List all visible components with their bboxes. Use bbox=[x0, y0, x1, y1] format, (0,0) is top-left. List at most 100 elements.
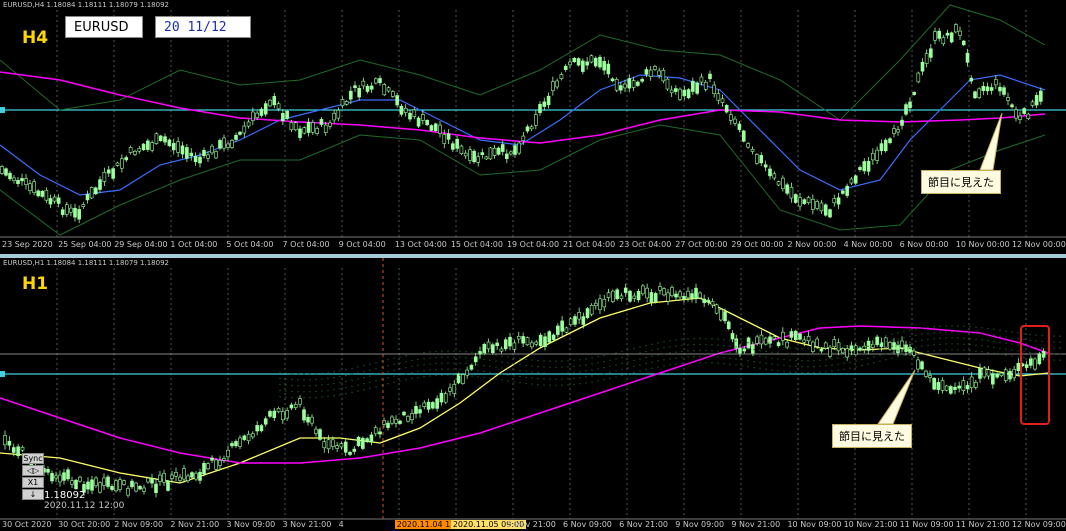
cloud-dot bbox=[927, 326, 929, 329]
candle-body bbox=[503, 339, 508, 350]
candle-body bbox=[478, 351, 482, 355]
cloud-dot bbox=[939, 331, 941, 334]
cloud-dot bbox=[411, 353, 413, 356]
cloud-dot bbox=[855, 348, 857, 350]
cloud-dot bbox=[285, 372, 287, 374]
candle-body bbox=[24, 178, 28, 185]
cloud-dot bbox=[405, 378, 407, 381]
time-axis-label: 9 Oct 04:00 bbox=[338, 240, 386, 249]
candle-body bbox=[167, 139, 172, 146]
candle-body bbox=[20, 178, 24, 182]
sync-button[interactable]: Sync bbox=[22, 453, 44, 464]
h1-chart-pane[interactable]: EURUSD,H1 1.18084 1.18111 1.18079 1.1809… bbox=[0, 258, 1066, 531]
cloud-dot bbox=[585, 358, 587, 360]
candle-body bbox=[505, 153, 509, 159]
candle-body bbox=[529, 126, 534, 130]
candle-body bbox=[94, 477, 98, 487]
h1-chart-canvas[interactable] bbox=[0, 258, 1066, 531]
cloud-dot bbox=[1053, 341, 1055, 343]
cloud-dot bbox=[849, 355, 851, 357]
candle-body bbox=[3, 435, 7, 446]
cloud-dot bbox=[543, 378, 545, 380]
cloud-dot bbox=[639, 346, 641, 348]
cloud-dot bbox=[879, 342, 881, 344]
candle-body bbox=[486, 341, 491, 350]
cloud-dot bbox=[525, 370, 527, 373]
candle-body bbox=[819, 348, 824, 352]
candle-body bbox=[517, 142, 521, 154]
candle-body bbox=[763, 337, 768, 345]
cloud-dot bbox=[501, 355, 503, 357]
cloud-dot bbox=[789, 353, 791, 355]
cloud-dot bbox=[597, 374, 599, 376]
cloud-dot bbox=[627, 367, 629, 369]
cloud-dot bbox=[963, 331, 965, 333]
zoom-button[interactable]: X1 bbox=[22, 477, 44, 488]
cloud-dot bbox=[975, 332, 977, 334]
time-axis-label: 10 Nov 09:00 bbox=[787, 520, 842, 529]
cloud-dot bbox=[537, 359, 539, 362]
cloud-dot bbox=[645, 350, 647, 353]
cloud-dot bbox=[633, 347, 635, 350]
candle-body bbox=[500, 144, 505, 152]
cloud-dot bbox=[969, 349, 971, 352]
candle-body bbox=[361, 80, 366, 87]
candle-body bbox=[48, 198, 53, 205]
candle-body bbox=[674, 88, 678, 92]
cloud-dot bbox=[465, 374, 467, 377]
candle-body bbox=[521, 336, 525, 344]
candle-body bbox=[853, 345, 858, 355]
candle-body bbox=[920, 61, 925, 72]
cloud-dot bbox=[447, 374, 449, 376]
candle-body bbox=[666, 292, 670, 302]
cloud-dot bbox=[291, 384, 293, 387]
candle-body bbox=[632, 295, 637, 299]
cloud-dot bbox=[591, 375, 593, 377]
candle-body bbox=[892, 128, 896, 134]
candle-body bbox=[720, 98, 725, 103]
candle-body bbox=[924, 53, 929, 64]
candle-body bbox=[708, 73, 712, 80]
cloud-dot bbox=[621, 356, 623, 359]
candle-body bbox=[302, 409, 306, 421]
candle-body bbox=[849, 178, 854, 184]
candle-body bbox=[314, 428, 318, 434]
scroll-button[interactable]: ◁▷ bbox=[22, 465, 44, 476]
candle-body bbox=[285, 110, 289, 119]
cloud-dot bbox=[891, 339, 893, 341]
candle-body bbox=[776, 181, 781, 186]
candle-body bbox=[118, 479, 122, 490]
cloud-dot bbox=[705, 337, 707, 340]
candle-body bbox=[542, 101, 547, 107]
cloud-dot bbox=[837, 369, 839, 372]
h4-chart-pane[interactable]: EURUSD,H4 1.18084 1.18111 1.18079 1.1809… bbox=[0, 0, 1066, 254]
cloud-dot bbox=[921, 327, 923, 329]
level-marker bbox=[0, 107, 5, 113]
cloud-dot bbox=[975, 338, 977, 340]
cloud-dot bbox=[381, 384, 383, 386]
candle-body bbox=[883, 337, 888, 348]
cloud-dot bbox=[567, 384, 569, 386]
h4-chart-canvas[interactable] bbox=[0, 0, 1066, 254]
candle-body bbox=[640, 78, 644, 82]
candle-body bbox=[58, 474, 62, 483]
cloud-dot bbox=[639, 364, 641, 366]
cloud-dot bbox=[645, 356, 647, 359]
cloud-dot bbox=[867, 339, 869, 341]
cloud-dot bbox=[1017, 356, 1019, 358]
candle-body bbox=[508, 336, 512, 347]
candle-body bbox=[991, 373, 995, 385]
cloud-dot bbox=[729, 345, 731, 347]
candle-body bbox=[259, 425, 264, 432]
candle-body bbox=[340, 99, 345, 106]
cloud-dot bbox=[771, 345, 773, 347]
down-button[interactable]: ↓ bbox=[22, 489, 44, 500]
candle-body bbox=[115, 162, 120, 166]
cloud-dot bbox=[705, 355, 707, 358]
candle-body bbox=[1018, 115, 1022, 120]
cloud-dot bbox=[999, 353, 1001, 355]
cloud-dot bbox=[915, 328, 917, 330]
cloud-dot bbox=[519, 369, 521, 372]
cloud-dot bbox=[681, 344, 683, 347]
candle-body bbox=[862, 161, 867, 172]
